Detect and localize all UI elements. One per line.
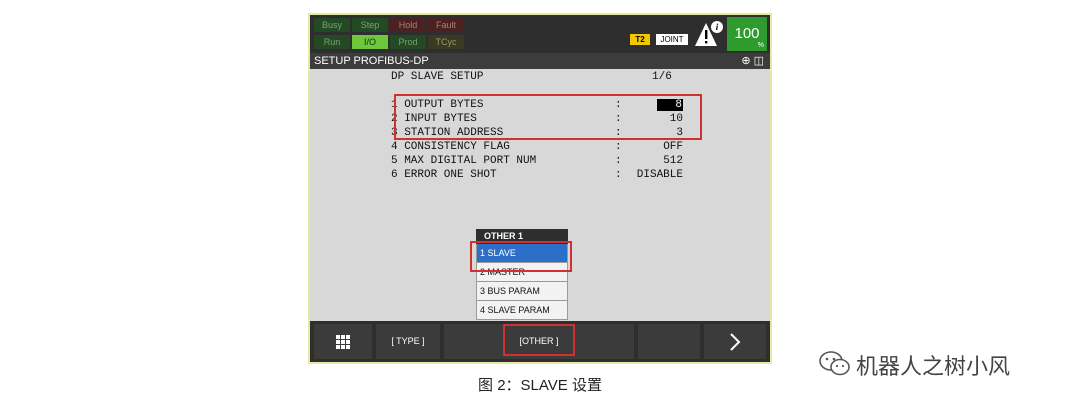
title-bar: SETUP PROFIBUS-DP ⊕ ◫ <box>310 53 770 69</box>
row-colon: : <box>615 155 622 167</box>
indicator-tcyc: TCyc <box>428 35 464 49</box>
indicator-io: I/O <box>352 35 388 49</box>
grid-menu-icon <box>336 334 350 349</box>
page-number: 1/6 <box>652 71 672 83</box>
row-label: 6 ERROR ONE SHOT <box>391 169 497 181</box>
popup-item-slave-param[interactable]: 4 SLAVE PARAM <box>476 301 568 320</box>
fkey-next[interactable] <box>704 324 766 359</box>
setting-row-consistency-flag[interactable]: 4 CONSISTENCY FLAG : OFF <box>391 141 691 155</box>
page-header: DP SLAVE SETUP <box>391 71 484 83</box>
indicator-busy: Busy <box>314 18 350 32</box>
coord-badge-joint[interactable]: JOINT <box>656 34 688 45</box>
watermark: 机器人之树小风 <box>818 345 1058 379</box>
override-speed[interactable]: 100 % <box>727 17 767 51</box>
pendant-screen: Busy Step Hold Fault Run I/O Prod TCyc T… <box>310 15 770 362</box>
setting-row-error-one-shot[interactable]: 6 ERROR ONE SHOT : DISABLE <box>391 169 691 183</box>
highlight-box-rows <box>394 94 702 140</box>
fkey-menu[interactable] <box>314 324 372 359</box>
zoom-icon[interactable]: ⊕ <box>741 55 750 67</box>
indicator-run: Run <box>314 35 350 49</box>
setup-content: DP SLAVE SETUP 1/6 1 OUTPUT BYTES : 8 2 … <box>310 69 770 321</box>
indicator-prod: Prod <box>390 35 426 49</box>
mode-badge-t2: T2 <box>630 34 650 45</box>
highlight-box-other <box>503 324 575 356</box>
function-key-bar: [ TYPE ] [OTHER ] <box>310 321 770 362</box>
watermark-text: 机器人之树小风 <box>856 354 1011 379</box>
chevron-right-icon <box>730 332 741 351</box>
wechat-icon <box>819 351 850 376</box>
row-value[interactable]: DISABLE <box>637 169 683 181</box>
row-label: 5 MAX DIGITAL PORT NUM <box>391 155 537 167</box>
alarm-info-icon[interactable]: i <box>694 19 724 49</box>
teach-pendant-frame: Busy Step Hold Fault Run I/O Prod TCyc T… <box>308 13 772 364</box>
override-value: 100 <box>734 25 760 42</box>
setting-row-max-digital-port-num[interactable]: 5 MAX DIGITAL PORT NUM : 512 <box>391 155 691 169</box>
status-bar: Busy Step Hold Fault Run I/O Prod TCyc T… <box>310 15 770 53</box>
fkey-blank[interactable] <box>638 324 700 359</box>
highlight-box-slave <box>470 241 572 272</box>
indicator-hold: Hold <box>390 18 426 32</box>
indicator-fault: Fault <box>428 18 464 32</box>
override-unit: % <box>757 42 764 49</box>
window-split-icon[interactable]: ◫ <box>754 55 764 67</box>
row-value[interactable]: 512 <box>663 155 683 167</box>
popup-item-bus-param[interactable]: 3 BUS PARAM <box>476 282 568 301</box>
indicator-step: Step <box>352 18 388 32</box>
row-value[interactable]: OFF <box>663 141 683 153</box>
screen-title: SETUP PROFIBUS-DP <box>314 55 429 67</box>
fkey-type[interactable]: [ TYPE ] <box>376 324 440 359</box>
row-colon: : <box>615 169 622 181</box>
row-colon: : <box>615 141 622 153</box>
title-icons: ⊕ ◫ <box>741 54 764 67</box>
row-label: 4 CONSISTENCY FLAG <box>391 141 510 153</box>
